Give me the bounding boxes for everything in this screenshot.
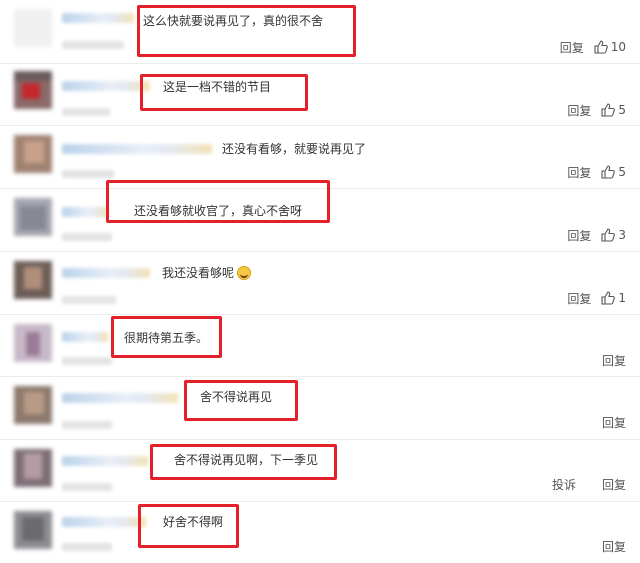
like-button[interactable]: 5 [601, 165, 626, 179]
timestamp-blurred [62, 108, 110, 116]
timestamp-blurred [62, 41, 124, 49]
comment-actions: 回复 5 [567, 163, 626, 181]
timestamp-blurred [62, 296, 116, 304]
comment-actions: 回复 3 [567, 226, 626, 244]
username-blurred[interactable] [62, 81, 150, 91]
avatar[interactable] [14, 386, 52, 424]
avatar[interactable] [14, 449, 52, 487]
username-blurred[interactable] [62, 13, 134, 23]
username-blurred[interactable] [62, 268, 150, 278]
highlight-box [111, 316, 222, 358]
reply-button[interactable]: 回复 [567, 102, 591, 119]
comment-actions: 回复 1 [567, 289, 626, 307]
comment-actions: 回复 [602, 537, 626, 555]
like-count: 3 [618, 228, 626, 242]
like-count: 5 [618, 165, 626, 179]
avatar[interactable] [14, 511, 52, 549]
thumbs-up-icon [601, 103, 616, 117]
comment-actions: 回复 10 [560, 38, 626, 56]
highlight-box [150, 444, 337, 480]
like-count: 1 [618, 291, 626, 305]
avatar[interactable] [14, 71, 52, 109]
comment-row: 舍不得说再见啊，下一季见 投诉 回复 [0, 440, 640, 502]
comment-row: 很期待第五季。 回复 [0, 315, 640, 377]
highlight-box [106, 180, 330, 223]
reply-button[interactable]: 回复 [602, 538, 626, 555]
timestamp-blurred [62, 483, 112, 491]
comment-row: 这是一档不错的节目 回复 5 [0, 64, 640, 126]
timestamp-blurred [62, 421, 112, 429]
avatar[interactable] [14, 261, 52, 299]
comment-actions: 回复 [602, 413, 626, 431]
username-blurred[interactable] [62, 332, 108, 342]
username-blurred[interactable] [62, 517, 146, 527]
comment-actions: 回复 5 [567, 101, 626, 119]
thumbs-up-icon [594, 40, 608, 54]
highlight-box [140, 74, 308, 111]
username-blurred[interactable] [62, 456, 148, 466]
like-button[interactable]: 10 [594, 40, 626, 54]
like-button[interactable]: 5 [601, 103, 626, 117]
username-blurred[interactable] [62, 144, 212, 154]
thumbs-up-icon [601, 165, 616, 179]
comment-actions: 回复 [602, 351, 626, 369]
username-blurred[interactable] [62, 207, 108, 217]
reply-button[interactable]: 回复 [567, 290, 591, 307]
avatar[interactable] [14, 324, 52, 362]
comment-row: 还没看够就收官了，真心不舍呀 回复 3 [0, 180, 640, 252]
report-button[interactable]: 投诉 [552, 476, 576, 493]
avatar[interactable] [14, 198, 52, 236]
like-button[interactable]: 1 [601, 291, 626, 305]
thumbs-up-icon [601, 228, 616, 242]
laughing-emoji-icon [237, 266, 252, 280]
comment-row: 舍不得说再见 回复 [0, 377, 640, 440]
reply-button[interactable]: 回复 [602, 476, 626, 493]
username-blurred[interactable] [62, 393, 178, 403]
thumbs-up-icon [601, 291, 616, 305]
reply-button[interactable]: 回复 [567, 227, 591, 244]
timestamp-blurred [62, 543, 112, 551]
like-count: 5 [618, 103, 626, 117]
highlight-box [184, 380, 298, 421]
comment-row: 我还没看够呢 回复 1 [0, 252, 640, 315]
reply-button[interactable]: 回复 [567, 164, 591, 181]
comment-row: 好舍不得啊 回复 [0, 502, 640, 563]
comment-row: 这么快就要说再见了，真的很不舍 回复 10 [0, 0, 640, 64]
timestamp-blurred [62, 233, 112, 241]
reply-button[interactable]: 回复 [602, 414, 626, 431]
highlight-box [138, 504, 239, 548]
avatar[interactable] [14, 135, 52, 173]
highlight-box [137, 5, 356, 57]
timestamp-blurred [62, 170, 114, 178]
comment-text-body: 我还没看够呢 [162, 266, 235, 280]
reply-button[interactable]: 回复 [560, 39, 584, 56]
comment-text: 我还没看够呢 [162, 265, 252, 281]
reply-button[interactable]: 回复 [602, 352, 626, 369]
avatar[interactable] [14, 9, 52, 47]
timestamp-blurred [62, 357, 112, 365]
like-button[interactable]: 3 [601, 228, 626, 242]
like-count: 10 [610, 40, 626, 54]
comment-actions: 投诉 回复 [552, 475, 626, 493]
comment-text: 还没有看够，就要说再见了 [222, 142, 367, 156]
